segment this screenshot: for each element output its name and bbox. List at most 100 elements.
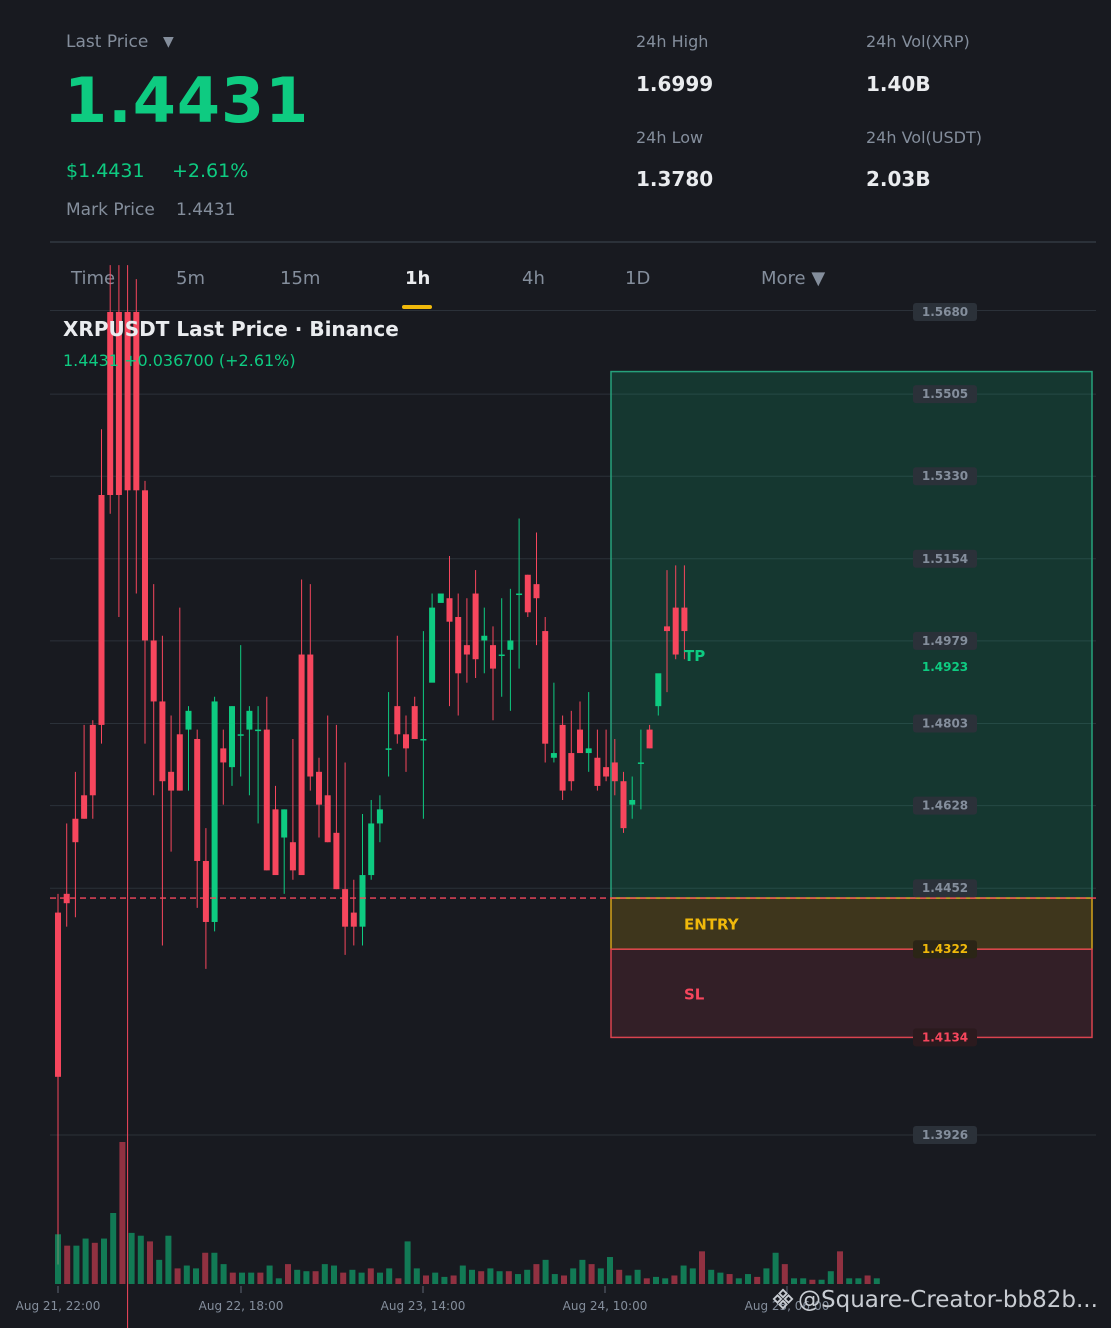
candle-body (289, 842, 296, 871)
volume-bar (818, 1279, 825, 1284)
volume-bar (809, 1279, 816, 1284)
volume-bar (469, 1269, 475, 1284)
candle-body (437, 593, 444, 603)
candle-body (481, 635, 488, 641)
volume-bar (377, 1272, 383, 1284)
volume-bar (312, 1271, 319, 1284)
volume-bar (505, 1271, 512, 1284)
candle-body (159, 701, 166, 782)
y-tick-label: 1.4452 (922, 881, 968, 895)
y-tick-label: 1.4628 (922, 799, 968, 813)
binance-logo-icon (772, 1288, 794, 1310)
volume-bar (386, 1268, 393, 1284)
volume-bar (496, 1271, 503, 1284)
volume-bar (239, 1272, 245, 1284)
volume-bar (855, 1278, 862, 1284)
candle-body (472, 593, 479, 660)
volume-bar (607, 1257, 613, 1284)
volume-bar (551, 1274, 558, 1284)
candle-body (81, 795, 88, 819)
candle-body (55, 912, 61, 1077)
volume-bar (211, 1252, 218, 1284)
volume-bar (321, 1264, 328, 1284)
candle-body (185, 710, 192, 730)
candle-body (594, 757, 601, 786)
candle-body (429, 607, 436, 683)
candle-body (533, 584, 540, 599)
volume-bar (873, 1278, 880, 1284)
volume-bar (643, 1278, 650, 1284)
volume-bar (404, 1241, 411, 1284)
entry-price-label: 1.4322 (922, 942, 968, 956)
candle-body (350, 912, 357, 927)
volume-bar (294, 1269, 301, 1284)
volume-bar (542, 1259, 549, 1284)
volume-bar (367, 1268, 374, 1284)
volume-bar (450, 1275, 457, 1284)
candle-body (229, 706, 235, 768)
volume-bar (395, 1278, 402, 1284)
volume-bar (671, 1275, 678, 1284)
volume-bar (110, 1213, 117, 1284)
volume-bar (708, 1269, 715, 1284)
volume-bar (101, 1238, 107, 1284)
volume-bar (91, 1242, 98, 1284)
volume-bar (680, 1265, 687, 1284)
candle-body (176, 734, 183, 791)
volume-bar (726, 1274, 733, 1284)
candle-body (550, 753, 557, 758)
volume-bar (266, 1265, 273, 1284)
candle-body (333, 832, 340, 890)
y-tick-label: 1.5505 (922, 387, 968, 401)
candle-body (211, 701, 218, 922)
candle-body (620, 781, 627, 829)
candle-body (237, 734, 244, 736)
volume-bar (303, 1271, 310, 1284)
sl-price-label: 1.4134 (922, 1030, 968, 1044)
candlestick-chart[interactable]: TP ENTRY SL 1.5680 1.5505 1.5330 1.5154 1.4979 1… (0, 0, 1111, 1328)
volume-bar (183, 1265, 190, 1284)
volume-bar (432, 1272, 439, 1284)
volume-bar (689, 1268, 696, 1284)
volume-bar (561, 1275, 567, 1284)
y-tick-label: 1.5154 (922, 552, 968, 566)
candle-body (559, 724, 566, 791)
volume-bar (119, 1142, 126, 1284)
candle-body (255, 729, 262, 732)
candle-body (655, 673, 662, 707)
chart-subtitle: 1.4431 +0.036700 (+2.61%) (63, 351, 296, 370)
candle-body (202, 860, 209, 922)
volume-bar (735, 1278, 742, 1284)
candle-body (403, 734, 409, 749)
candle-body (368, 823, 375, 876)
candle-body (603, 767, 610, 777)
volume-bar (358, 1272, 365, 1284)
tp-label: TP (684, 647, 705, 665)
candle-body (342, 889, 349, 927)
volume-bar (864, 1275, 871, 1284)
candle-body (507, 640, 514, 650)
candle-body (446, 598, 453, 622)
candle-body (490, 645, 496, 669)
volume-bar (781, 1264, 788, 1284)
candle-body (524, 574, 531, 613)
volume-bar (220, 1264, 227, 1284)
volume-bar (147, 1241, 153, 1284)
volume-bar (515, 1274, 521, 1284)
y-tick-label: 1.4979 (922, 634, 968, 648)
candle-body (516, 593, 523, 596)
watermark-text: @Square-Creator-bb82b... (798, 1287, 1098, 1313)
volume-bar (662, 1278, 669, 1284)
candle-body (272, 809, 279, 876)
candle-body (359, 875, 366, 927)
volume-bar (340, 1272, 347, 1284)
volume-bar (772, 1252, 779, 1284)
candle-body (394, 706, 401, 735)
volume-bar (459, 1265, 466, 1284)
y-tick-label: 1.4803 (922, 717, 968, 731)
volume-bar (441, 1276, 448, 1284)
candle-body (672, 607, 679, 655)
volume-bar (524, 1269, 531, 1284)
y-tick-label: 1.5330 (922, 469, 968, 483)
volume-bar (533, 1264, 540, 1284)
